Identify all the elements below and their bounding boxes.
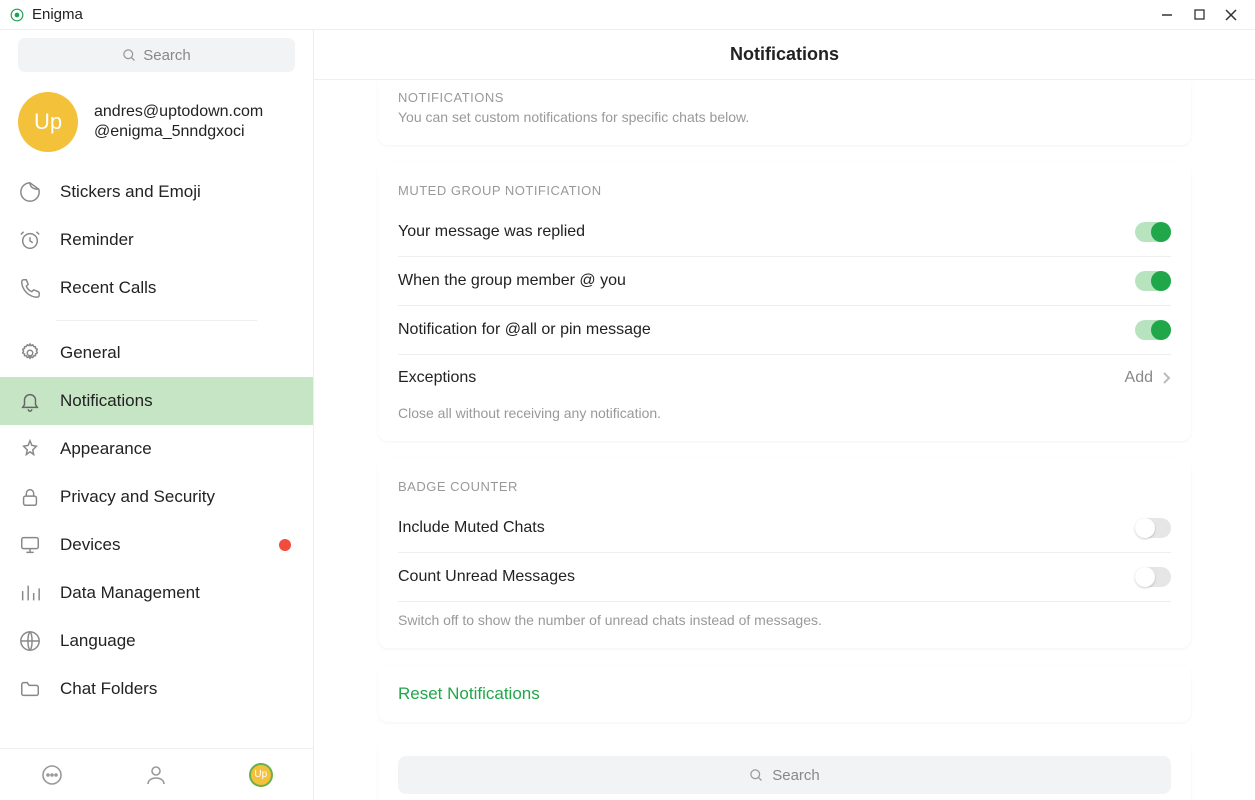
sidebar-item-label: Privacy and Security bbox=[60, 487, 215, 507]
sidebar-item-general[interactable]: General bbox=[0, 329, 313, 377]
search-placeholder: Search bbox=[772, 767, 820, 784]
row-exceptions[interactable]: Exceptions Add bbox=[378, 355, 1191, 401]
sidebar-item-data[interactable]: Data Management bbox=[0, 569, 313, 617]
badge-counter-card: BADGE COUNTER Include Muted Chats Count … bbox=[378, 459, 1191, 648]
reset-card[interactable]: Reset Notifications bbox=[378, 666, 1191, 722]
sidebar-menu: Stickers and Emoji Reminder Recent Calls bbox=[0, 168, 313, 748]
folder-icon bbox=[18, 677, 42, 701]
row-label: Your message was replied bbox=[398, 223, 585, 241]
badge-subtitle: Switch off to show the number of unread … bbox=[378, 602, 1191, 628]
section-subtitle: You can set custom notifications for spe… bbox=[378, 109, 1191, 125]
section-label: MUTED GROUP NOTIFICATION bbox=[378, 183, 1191, 208]
toggle-replied[interactable] bbox=[1135, 222, 1171, 242]
nav-profile[interactable]: Up bbox=[209, 763, 313, 787]
window-controls bbox=[1153, 1, 1245, 29]
chevron-right-icon bbox=[1161, 371, 1171, 385]
window-close-button[interactable] bbox=[1217, 1, 1245, 29]
sidebar: Search Up andres@uptodown.com @enigma_5n… bbox=[0, 30, 314, 800]
sidebar-item-appearance[interactable]: Appearance bbox=[0, 425, 313, 473]
tabs-row: Contacts Group bbox=[378, 794, 1191, 800]
avatar: Up bbox=[18, 92, 78, 152]
search-icon bbox=[122, 48, 137, 63]
sidebar-item-notifications[interactable]: Notifications bbox=[0, 377, 313, 425]
row-replied: Your message was replied bbox=[378, 208, 1191, 256]
toggle-all-pin[interactable] bbox=[1135, 320, 1171, 340]
sidebar-item-label: Stickers and Emoji bbox=[60, 182, 201, 202]
sidebar-item-label: Recent Calls bbox=[60, 278, 156, 298]
toggle-mention[interactable] bbox=[1135, 271, 1171, 291]
sidebar-item-folders[interactable]: Chat Folders bbox=[0, 665, 313, 713]
sidebar-item-reminder[interactable]: Reminder bbox=[0, 216, 313, 264]
profile-block[interactable]: Up andres@uptodown.com @enigma_5nndgxoci bbox=[0, 80, 313, 168]
menu-divider bbox=[56, 320, 257, 321]
sidebar-item-label: Notifications bbox=[60, 391, 153, 411]
muted-group-card: MUTED GROUP NOTIFICATION Your message wa… bbox=[378, 163, 1191, 441]
sidebar-item-recent-calls[interactable]: Recent Calls bbox=[0, 264, 313, 312]
page-title: Notifications bbox=[730, 44, 839, 65]
toggle-include-muted[interactable] bbox=[1135, 518, 1171, 538]
sidebar-item-stickers[interactable]: Stickers and Emoji bbox=[0, 168, 313, 216]
titlebar: Enigma bbox=[0, 0, 1255, 30]
sidebar-item-label: Chat Folders bbox=[60, 679, 157, 699]
titlebar-left: Enigma bbox=[10, 6, 83, 23]
sidebar-search-input[interactable]: Search bbox=[18, 38, 295, 72]
row-count-unread: Count Unread Messages bbox=[378, 553, 1191, 601]
sidebar-item-label: Language bbox=[60, 631, 136, 651]
profile-email: andres@uptodown.com bbox=[94, 103, 263, 121]
section-label: NOTIFICATIONS bbox=[378, 90, 1191, 109]
chat-bubble-icon bbox=[40, 763, 64, 787]
globe-icon bbox=[18, 629, 42, 653]
sidebar-item-label: Devices bbox=[60, 535, 120, 555]
sidebar-item-label: Appearance bbox=[60, 439, 152, 459]
gear-icon bbox=[18, 341, 42, 365]
sidebar-item-label: Reminder bbox=[60, 230, 134, 250]
sidebar-item-privacy[interactable]: Privacy and Security bbox=[0, 473, 313, 521]
exceptions-subtitle: Close all without receiving any notifica… bbox=[378, 401, 1191, 421]
search-placeholder: Search bbox=[143, 47, 191, 64]
main-content[interactable]: NOTIFICATIONS You can set custom notific… bbox=[314, 80, 1255, 800]
nav-chats[interactable] bbox=[0, 763, 104, 787]
sidebar-item-language[interactable]: Language bbox=[0, 617, 313, 665]
window-minimize-button[interactable] bbox=[1153, 1, 1181, 29]
exceptions-add-link[interactable]: Add bbox=[1125, 369, 1171, 387]
window-maximize-button[interactable] bbox=[1185, 1, 1213, 29]
sidebar-item-label: Data Management bbox=[60, 583, 200, 603]
main-panel: Notifications NOTIFICATIONS You can set … bbox=[314, 30, 1255, 800]
section-label: BADGE COUNTER bbox=[378, 479, 1191, 504]
toggle-count-unread[interactable] bbox=[1135, 567, 1171, 587]
row-label: Include Muted Chats bbox=[398, 519, 545, 537]
clock-icon bbox=[18, 228, 42, 252]
appearance-icon bbox=[18, 437, 42, 461]
row-label: Count Unread Messages bbox=[398, 568, 575, 586]
search-icon bbox=[749, 768, 764, 783]
row-include-muted: Include Muted Chats bbox=[378, 504, 1191, 552]
bottom-search-card: Search Contacts Group bbox=[378, 740, 1191, 800]
nav-contacts[interactable] bbox=[104, 763, 208, 787]
person-icon bbox=[144, 763, 168, 787]
exceptions-search-input[interactable]: Search bbox=[398, 756, 1171, 794]
bottom-nav: Up bbox=[0, 748, 313, 800]
row-label: Exceptions bbox=[398, 369, 476, 387]
row-mention: When the group member @ you bbox=[378, 257, 1191, 305]
sticker-icon bbox=[18, 180, 42, 204]
notifications-intro-card: NOTIFICATIONS You can set custom notific… bbox=[378, 80, 1191, 145]
sidebar-item-devices[interactable]: Devices bbox=[0, 521, 313, 569]
mini-avatar: Up bbox=[249, 763, 273, 787]
row-label: Notification for @all or pin message bbox=[398, 321, 651, 339]
sidebar-item-label: General bbox=[60, 343, 120, 363]
app-title: Enigma bbox=[32, 6, 83, 23]
alert-badge bbox=[279, 539, 291, 551]
bell-icon bbox=[18, 389, 42, 413]
monitor-icon bbox=[18, 533, 42, 557]
app-logo-icon bbox=[10, 8, 24, 22]
chart-icon bbox=[18, 581, 42, 605]
profile-handle: @enigma_5nndgxoci bbox=[94, 123, 263, 141]
lock-icon bbox=[18, 485, 42, 509]
row-label: When the group member @ you bbox=[398, 272, 626, 290]
phone-icon bbox=[18, 276, 42, 300]
reset-notifications-button[interactable]: Reset Notifications bbox=[398, 684, 1171, 704]
row-all-pin: Notification for @all or pin message bbox=[378, 306, 1191, 354]
main-header: Notifications bbox=[314, 30, 1255, 80]
